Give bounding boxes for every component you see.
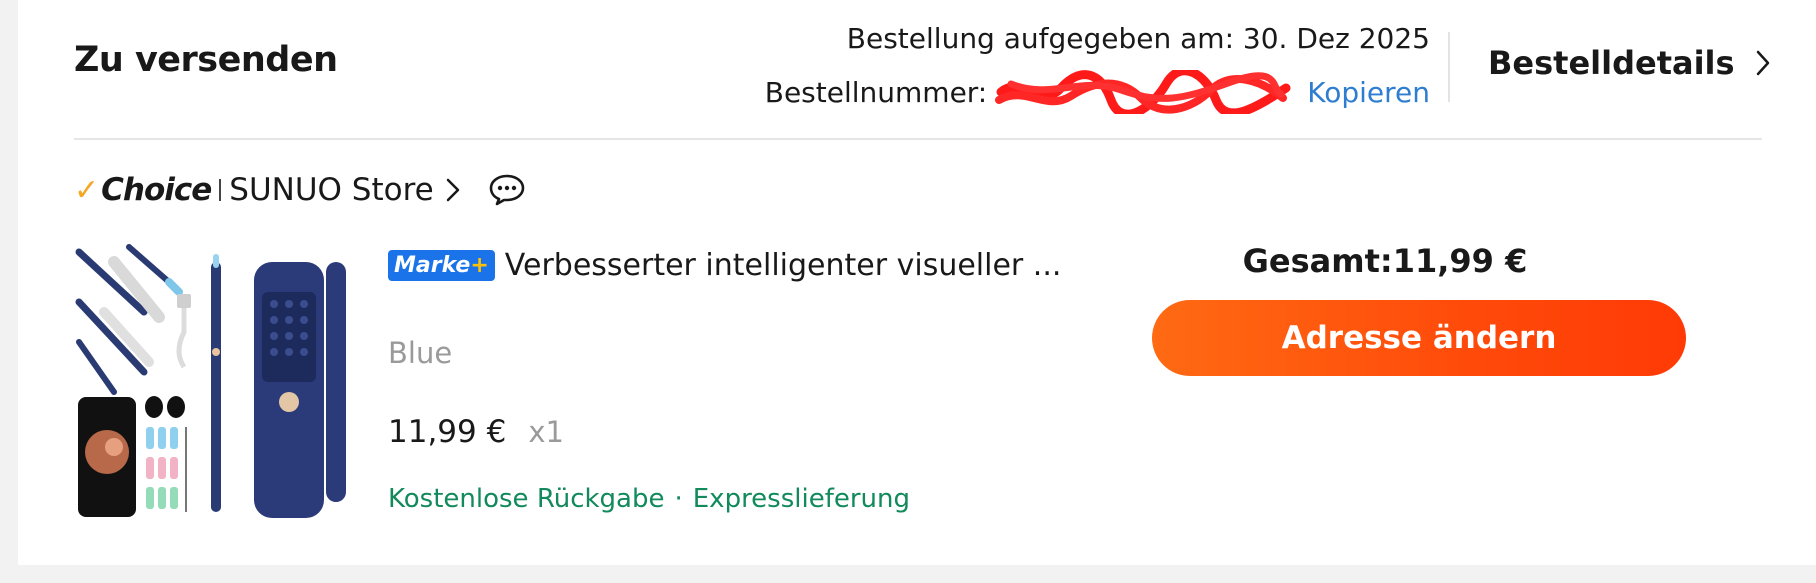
product-title[interactable]: Verbesserter intelligenter visueller ... xyxy=(505,248,1062,283)
total-label: Gesamt: xyxy=(1242,242,1393,280)
order-details-label: Bestelldetails xyxy=(1488,44,1735,82)
product-image[interactable] xyxy=(74,242,360,524)
order-date-value: 30. Dez 2025 xyxy=(1242,22,1430,55)
redaction-scribble xyxy=(995,70,1291,114)
order-number-row: Bestellnummer: Kopieren xyxy=(765,70,1430,114)
express-delivery-label: Expresslieferung xyxy=(692,484,911,514)
store-name-link[interactable]: SUNUO Store xyxy=(229,172,433,208)
store-separator xyxy=(219,179,222,201)
chevron-right-icon[interactable] xyxy=(446,177,460,203)
free-return-label: Kostenlose Rückgabe xyxy=(388,484,665,514)
copy-order-number-link[interactable]: Kopieren xyxy=(1307,76,1430,109)
order-details-link[interactable]: Bestelldetails xyxy=(1488,44,1771,82)
choice-label: Choice xyxy=(101,172,212,208)
product-quantity: x1 xyxy=(528,415,564,449)
header-divider xyxy=(1448,32,1450,102)
product-variant: Blue xyxy=(388,336,453,370)
order-date-label: Bestellung aufgegeben am: xyxy=(846,22,1235,55)
change-address-button[interactable]: Adresse ändern xyxy=(1152,300,1686,376)
product-price: 11,99 € xyxy=(388,414,507,450)
order-total: Gesamt:11,99 € xyxy=(1118,242,1652,280)
brand-plus-badge: Marke+ xyxy=(388,250,495,281)
brand-badge-label: Marke xyxy=(394,253,471,278)
order-card: Zu versenden Bestellung aufgegeben am: 3… xyxy=(18,0,1816,565)
price-row: 11,99 € x1 xyxy=(388,414,564,450)
order-status-title: Zu versenden xyxy=(74,40,338,80)
service-separator: · xyxy=(674,484,683,514)
checkmark-icon: ✓ xyxy=(74,172,100,208)
store-row: ✓ Choice SUNUO Store xyxy=(74,168,526,212)
chat-bubble-icon[interactable] xyxy=(488,173,526,207)
total-value: 11,99 € xyxy=(1392,242,1528,280)
order-number-label: Bestellnummer: xyxy=(764,75,988,109)
order-date: Bestellung aufgegeben am: 30. Dez 2025 xyxy=(847,22,1430,55)
section-divider xyxy=(74,138,1762,140)
product-title-row[interactable]: Marke+ Verbesserter intelligenter visuel… xyxy=(388,248,1061,283)
brand-badge-plus: + xyxy=(470,253,489,278)
chevron-right-icon xyxy=(1756,50,1769,76)
service-row: Kostenlose Rückgabe · Expresslieferung xyxy=(388,484,910,514)
